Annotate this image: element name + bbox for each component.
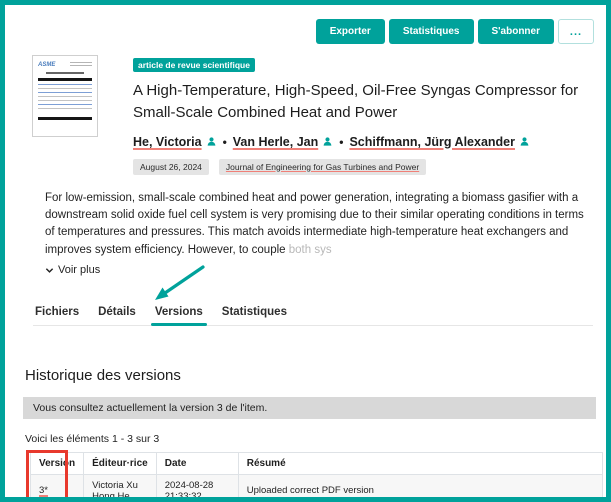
column-header-editor: Éditeur·rice xyxy=(84,452,157,474)
thumbnail-title-line xyxy=(46,72,84,74)
column-header-version: Version xyxy=(31,452,84,474)
person-icon[interactable] xyxy=(206,136,217,150)
tab-versions[interactable]: Versions xyxy=(153,306,205,318)
thumbnail-bar xyxy=(38,117,92,120)
type-badge: article de revue scientifique xyxy=(133,58,255,72)
tab-details[interactable]: Détails xyxy=(96,306,138,318)
thumbnail-line xyxy=(38,92,92,93)
thumbnail-line xyxy=(38,88,92,89)
publication-title: A High-Temperature, High-Speed, Oil-Free… xyxy=(133,80,592,124)
person-icon[interactable] xyxy=(322,136,333,150)
more-button[interactable]: ... xyxy=(558,19,594,44)
annotation-arrow xyxy=(145,260,215,310)
version-link[interactable]: 3* xyxy=(39,485,48,496)
document-thumbnail[interactable]: ASME xyxy=(32,55,98,137)
voir-plus-label: Voir plus xyxy=(58,264,100,276)
thumbnail-line xyxy=(38,100,92,101)
tab-statistiques[interactable]: Statistiques xyxy=(220,306,289,318)
results-count: Voici les éléments 1 - 3 sur 3 xyxy=(25,433,606,445)
bullet-separator: • xyxy=(339,135,343,149)
author-link[interactable]: He, Victoria xyxy=(133,135,202,149)
abstract-text: For low-emission, small-scale combined h… xyxy=(45,190,592,260)
toolbar: Exporter Statistiques S'abonner ... xyxy=(5,19,594,44)
tab-fichiers[interactable]: Fichiers xyxy=(33,306,81,318)
thumbnail-header-lines xyxy=(70,62,92,68)
thumbnail-bar xyxy=(38,78,92,81)
author-link[interactable]: Van Herle, Jan xyxy=(233,135,318,149)
subscribe-button[interactable]: S'abonner xyxy=(478,19,555,44)
export-button[interactable]: Exporter xyxy=(316,19,385,44)
thumbnail-header: ASME xyxy=(38,62,92,68)
tabs-section: Fichiers Détails Versions Statistiques xyxy=(33,306,593,326)
ellipsis-icon: ... xyxy=(570,26,582,38)
asme-logo: ASME xyxy=(38,62,55,68)
abstract-fade: both sys xyxy=(289,244,332,256)
thumbnail-line xyxy=(38,84,92,85)
statistics-button[interactable]: Statistiques xyxy=(389,19,474,44)
authors-line: He, Victoria • Van Herle, Jan • Schiffma… xyxy=(133,135,592,150)
author-item: He, Victoria xyxy=(133,135,217,150)
person-icon[interactable] xyxy=(519,136,530,150)
author-item: Van Herle, Jan xyxy=(233,135,333,150)
thumbnail-line xyxy=(38,96,92,97)
column-header-summary: Résumé xyxy=(238,452,602,474)
date-badge: August 26, 2024 xyxy=(133,159,209,175)
bullet-separator: • xyxy=(223,135,227,149)
current-version-notice: Vous consultez actuellement la version 3… xyxy=(23,397,596,419)
publication-page: Exporter Statistiques S'abonner ... ASME xyxy=(0,0,611,502)
author-link[interactable]: Schiffmann, Jürg Alexander xyxy=(349,135,515,149)
versions-heading: Historique des versions xyxy=(25,367,606,384)
tab-bar: Fichiers Détails Versions Statistiques xyxy=(33,306,593,326)
voir-plus-button[interactable]: Voir plus xyxy=(45,264,100,276)
chevron-down-icon xyxy=(45,266,54,275)
author-item: Schiffmann, Jürg Alexander xyxy=(349,135,530,150)
thumbnail-line xyxy=(38,108,92,109)
publication-info: article de revue scientifique A High-Tem… xyxy=(133,55,592,175)
version-cell: 3* xyxy=(31,474,84,502)
editor-cell: Victoria Xu Hong He xyxy=(84,474,157,502)
journal-badge[interactable]: Journal of Engineering for Gas Turbines … xyxy=(219,159,426,175)
versions-table: Version Éditeur·rice Date Résumé 3* Vict… xyxy=(30,452,603,502)
meta-badges: August 26, 2024 Journal of Engineering f… xyxy=(133,159,592,175)
column-header-date: Date xyxy=(156,452,238,474)
table-row: 3* Victoria Xu Hong He 2024-08-28 21:33:… xyxy=(31,474,603,502)
date-cell: 2024-08-28 21:33:32 xyxy=(156,474,238,502)
versions-table-container: Version Éditeur·rice Date Résumé 3* Vict… xyxy=(30,452,593,502)
thumbnail-line xyxy=(38,104,92,105)
publication-header: ASME article de revue scientifique A Hig… xyxy=(32,55,592,175)
summary-cell: Uploaded correct PDF version xyxy=(238,474,602,502)
table-header-row: Version Éditeur·rice Date Résumé xyxy=(31,452,603,474)
